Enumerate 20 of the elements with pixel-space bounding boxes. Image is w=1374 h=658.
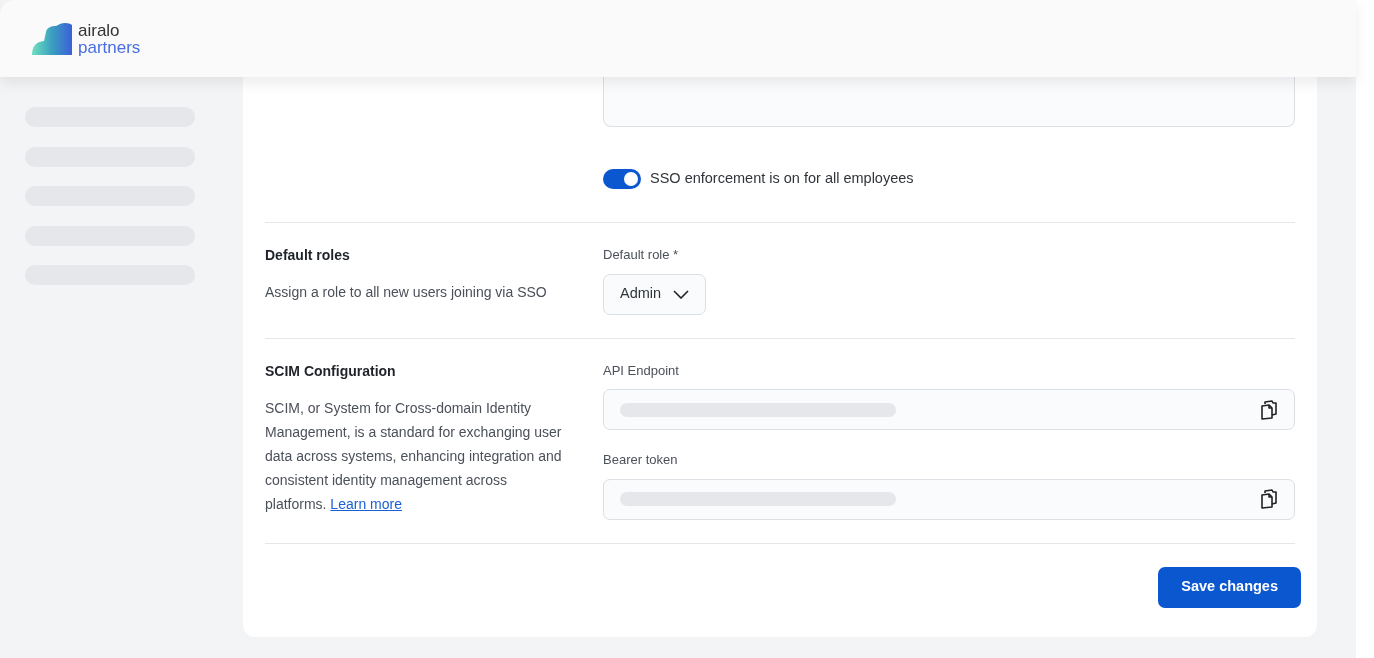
section-description: SCIM, or System for Cross-domain Identity Management, is a standard for exchanging user data across systems, enhancing integration and consistent identity management across platforms. Learn more bbox=[265, 398, 563, 515]
role-dropdown[interactable]: Admin bbox=[603, 273, 707, 315]
logo-icon bbox=[32, 21, 72, 56]
field-label: Default role * bbox=[603, 246, 680, 264]
logo-text: airalo bbox=[78, 21, 121, 39]
copy-icon[interactable] bbox=[1260, 489, 1278, 509]
section-title: SCIM Configuration bbox=[265, 361, 397, 381]
save-button[interactable]: Save changes bbox=[1158, 566, 1301, 608]
copy-icon[interactable] bbox=[1260, 399, 1278, 420]
toggle-switch[interactable] bbox=[603, 169, 641, 189]
read-only-field[interactable] bbox=[603, 478, 1295, 520]
read-only-field[interactable] bbox=[603, 389, 1295, 430]
chevron-down-icon bbox=[673, 289, 690, 299]
field-label: Bearer token bbox=[603, 451, 679, 469]
learn-more-link[interactable]: Learn more bbox=[330, 496, 402, 513]
section-description: Assign a role to all new users joining via SSO bbox=[265, 283, 548, 302]
field-label: API Endpoint bbox=[603, 361, 680, 380]
toggle-label: SSO enforcement is on for all employees bbox=[650, 169, 914, 189]
logo-text: partners bbox=[78, 38, 141, 56]
section-title: Default roles bbox=[265, 246, 351, 265]
